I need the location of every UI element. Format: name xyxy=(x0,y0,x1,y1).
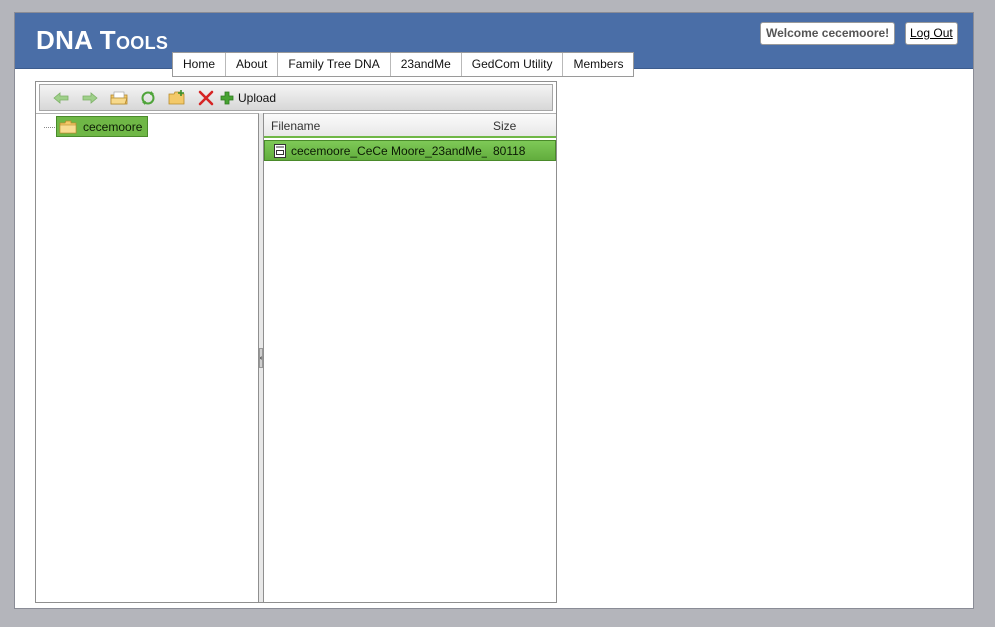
file-row[interactable]: cecemoore_CeCe Moore_23andMe_ 80118 xyxy=(264,140,556,161)
file-toolbar: Upload xyxy=(39,84,553,111)
welcome-message: Welcome cecemoore! xyxy=(760,22,896,45)
column-header-size[interactable]: Size xyxy=(493,119,516,133)
forward-arrow-icon xyxy=(82,91,98,104)
file-manager: Upload cecemoore Filename Size cecemoore… xyxy=(35,81,557,603)
new-folder-button[interactable] xyxy=(162,87,191,109)
collapse-arrow-icon xyxy=(260,356,262,360)
file-list: Filename Size cecemoore_CeCe Moore_23and… xyxy=(264,113,556,602)
file-list-header: Filename Size xyxy=(264,114,556,138)
folder-tree: cecemoore xyxy=(36,113,259,602)
back-button[interactable] xyxy=(46,87,75,109)
file-size: 80118 xyxy=(493,144,526,158)
refresh-button[interactable] xyxy=(133,87,162,109)
tree-node-label: cecemoore xyxy=(83,119,143,134)
nav-members[interactable]: Members xyxy=(563,53,634,76)
open-folder-icon xyxy=(110,91,128,104)
site-logo[interactable]: DNA Tools xyxy=(36,25,168,56)
forward-button[interactable] xyxy=(75,87,104,109)
upload-button[interactable]: Upload xyxy=(220,87,276,109)
page-container: DNA Tools Welcome cecemoore! Log Out Hom… xyxy=(14,12,974,609)
tree-node-root[interactable]: cecemoore xyxy=(56,116,149,137)
refresh-icon xyxy=(141,90,154,105)
plus-icon xyxy=(220,91,234,104)
back-arrow-icon xyxy=(52,91,68,104)
nav-family-tree-dna[interactable]: Family Tree DNA xyxy=(278,53,391,76)
main-nav: Home About Family Tree DNA 23andMe GedCo… xyxy=(172,52,635,77)
logout-button[interactable]: Log Out xyxy=(905,22,958,45)
folder-icon xyxy=(59,120,77,133)
nav-about[interactable]: About xyxy=(226,53,279,76)
nav-home[interactable]: Home xyxy=(173,53,227,76)
delete-icon xyxy=(198,90,213,105)
column-header-filename[interactable]: Filename xyxy=(271,119,320,133)
nav-gedcom-utility[interactable]: GedCom Utility xyxy=(461,53,564,76)
nav-23andme[interactable]: 23andMe xyxy=(390,53,462,76)
open-button[interactable] xyxy=(104,87,133,109)
delete-button[interactable] xyxy=(191,87,220,109)
upload-label: Upload xyxy=(238,90,277,105)
new-folder-icon xyxy=(168,90,184,105)
file-name: cecemoore_CeCe Moore_23andMe_ xyxy=(291,144,487,158)
csv-file-icon xyxy=(274,144,286,158)
splitter-handle[interactable] xyxy=(259,348,263,368)
